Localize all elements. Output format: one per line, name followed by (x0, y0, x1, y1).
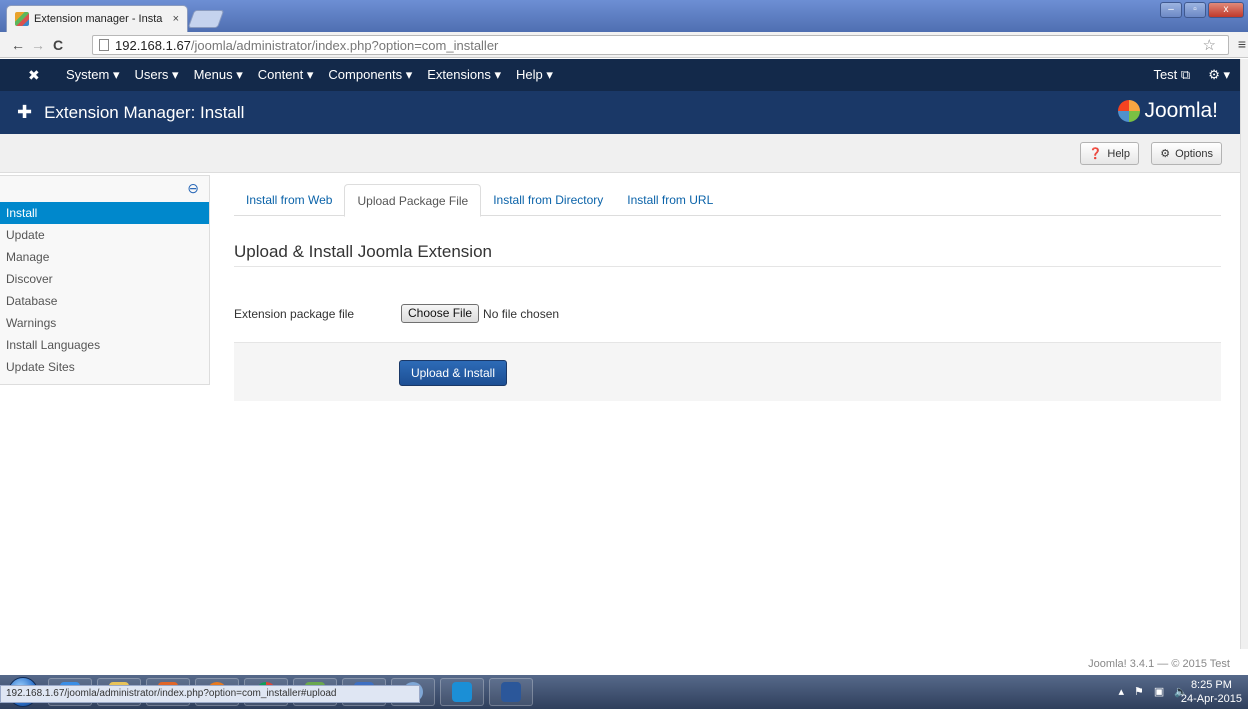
footer-version: Joomla! 3.4.1 — © 2015 Test (1088, 658, 1230, 670)
joomla-brand: Joomla! (1118, 99, 1218, 123)
sidebar-item-manage[interactable]: Manage (0, 246, 209, 268)
menu-system[interactable]: System ▾ (66, 67, 119, 83)
divider (234, 266, 1221, 267)
sidebar-item-install[interactable]: Install (0, 202, 209, 224)
file-input: Choose File No file chosen (401, 304, 559, 323)
tab-close-icon[interactable]: × (173, 13, 179, 25)
toolbar: ❓ Help ⚙ Options (0, 134, 1240, 173)
new-tab-button[interactable] (187, 10, 225, 28)
settings-gear-icon[interactable]: ⚙ ▾ (1208, 67, 1230, 83)
choose-file-button[interactable]: Choose File (401, 304, 480, 323)
tab-install-from-directory[interactable]: Install from Directory (481, 184, 615, 215)
options-button[interactable]: ⚙ Options (1151, 142, 1222, 165)
tab-title: Extension manager - Insta (34, 13, 163, 25)
page-title: Extension Manager: Install (44, 102, 245, 122)
file-status: No file chosen (483, 306, 560, 321)
url-host: 192.168.1.67 (115, 37, 191, 53)
options-label: Options (1175, 147, 1213, 160)
reload-icon[interactable]: C (48, 37, 68, 53)
page-header: ✚ Extension Manager: Install Joomla! (0, 91, 1240, 134)
joomla-favicon-icon (15, 12, 29, 26)
sidebar-item-database[interactable]: Database (0, 290, 209, 312)
clock-date: 24-Apr-2015 (1180, 693, 1242, 705)
menu-content[interactable]: Content ▾ (258, 67, 314, 83)
menu-users[interactable]: Users ▾ (134, 67, 178, 83)
sidebar-item-discover[interactable]: Discover (0, 268, 209, 290)
browser-tab[interactable]: Extension manager - Insta × (6, 5, 188, 32)
package-file-label: Extension package file (234, 307, 355, 321)
minimize-button[interactable]: – (1160, 2, 1182, 18)
window-close-button[interactable]: x (1208, 2, 1244, 18)
back-arrow-icon[interactable]: ← (8, 37, 28, 53)
sidebar-nav: Install Update Manage Discover Database … (0, 202, 209, 378)
sidebar-item-update[interactable]: Update (0, 224, 209, 246)
system-clock[interactable]: 8:25 PM 24-Apr-2015 (1181, 678, 1242, 706)
action-center-icon[interactable]: ⚑ (1134, 685, 1144, 698)
gear-icon: ⚙ (1160, 148, 1171, 160)
tab-install-from-url[interactable]: Install from URL (615, 184, 725, 215)
joomla-brand-icon (1118, 100, 1141, 122)
sidebar-item-install-languages[interactable]: Install Languages (0, 334, 209, 356)
help-label: Help (1107, 147, 1130, 160)
word-icon[interactable] (489, 678, 533, 706)
upload-install-button[interactable]: Upload & Install (399, 360, 507, 386)
clock-time: 8:25 PM (1190, 679, 1232, 691)
puzzle-icon: ✚ (17, 102, 33, 122)
forward-arrow-icon[interactable]: → (28, 37, 48, 53)
menu-menus[interactable]: Menus ▾ (194, 67, 243, 83)
url-path: /joomla/administrator/index.php?option=c… (190, 37, 499, 53)
browser-titlebar: Extension manager - Insta × – ▫ x (0, 0, 1248, 32)
sidebar-item-update-sites[interactable]: Update Sites (0, 356, 209, 378)
browser-toolbar: ← → C 192.168.1.67/joomla/administrator/… (0, 32, 1248, 58)
section-title: Upload & Install Joomla Extension (234, 242, 492, 261)
question-icon: ❓ (1088, 148, 1103, 160)
maximize-button[interactable]: ▫ (1184, 2, 1206, 18)
sidebar: ⊖ Install Update Manage Discover Databas… (0, 175, 210, 385)
page-icon (99, 39, 109, 51)
help-button[interactable]: ❓ Help (1079, 142, 1139, 165)
address-bar[interactable]: 192.168.1.67/joomla/administrator/index.… (92, 35, 1229, 55)
teamviewer-icon[interactable] (440, 678, 484, 706)
show-hidden-icons-icon[interactable]: ▴ (1118, 685, 1124, 698)
admin-navbar: ✖ System ▾ Users ▾ Menus ▾ Content ▾ Com… (0, 59, 1240, 91)
menu-extensions[interactable]: Extensions ▾ (427, 67, 501, 83)
sidebar-item-warnings[interactable]: Warnings (0, 312, 209, 334)
site-link[interactable]: Test ⧉ (1153, 67, 1190, 83)
status-bar-url: 192.168.1.67/joomla/administrator/index.… (0, 685, 420, 703)
form-actions: Upload & Install (234, 342, 1221, 401)
bookmark-star-icon[interactable]: ☆ (1203, 36, 1216, 54)
tab-install-from-web[interactable]: Install from Web (234, 184, 344, 215)
menu-components[interactable]: Components ▾ (328, 67, 412, 83)
network-tray-icon[interactable]: ▣ (1154, 685, 1164, 698)
system-tray: ▴ ⚑ ▣ 🔈 (1118, 685, 1188, 698)
brand-text: Joomla! (1144, 99, 1218, 122)
install-tabs: Install from Web Upload Package File Ins… (234, 184, 1221, 217)
menu-help[interactable]: Help ▾ (516, 67, 553, 83)
tab-upload-package-file[interactable]: Upload Package File (344, 184, 482, 217)
page-scrollbar[interactable] (1240, 59, 1248, 649)
chrome-menu-icon[interactable]: ≡ (1238, 36, 1246, 52)
collapse-sidebar-icon[interactable]: ⊖ (187, 180, 199, 197)
window-controls: – ▫ x (1160, 2, 1244, 18)
joomla-logo-icon[interactable]: ✖ (28, 67, 48, 84)
